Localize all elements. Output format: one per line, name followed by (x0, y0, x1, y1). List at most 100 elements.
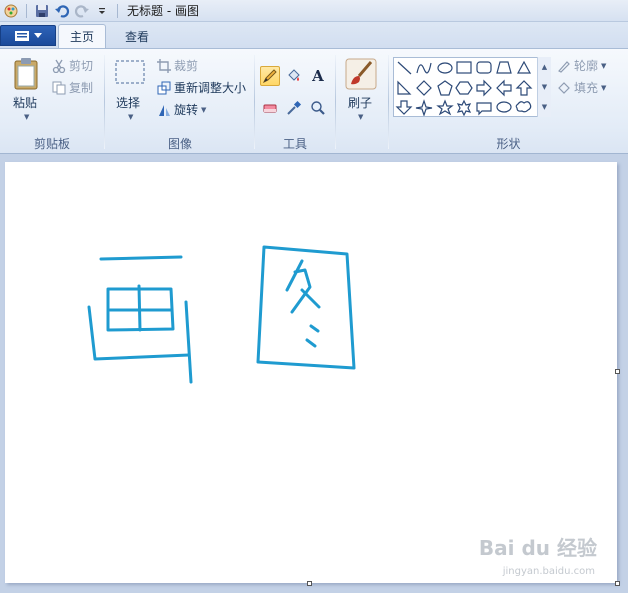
app-menu-button[interactable] (0, 25, 56, 46)
stroke (300, 288, 321, 309)
color-picker-tool[interactable] (284, 98, 304, 118)
redo-icon[interactable] (74, 3, 90, 19)
right-arrow-shape-icon (476, 79, 492, 97)
outline-label: 轮廓 (574, 59, 599, 73)
tools-group-label: 工具 (282, 137, 307, 151)
diamond-shape-icon (416, 80, 432, 96)
canvas-resize-handle-right[interactable] (615, 369, 620, 374)
magnifier-icon (311, 101, 325, 115)
toolbar-divider (26, 3, 27, 18)
outline-button[interactable]: 轮廓 ▼ (557, 57, 606, 74)
tab-home[interactable]: 主页 (58, 24, 106, 48)
select-label: 选择 (116, 96, 141, 110)
up-arrow-shape-icon (515, 80, 533, 96)
right-triangle-shape-icon (397, 80, 412, 95)
cut-button[interactable]: 剪切 (52, 57, 93, 74)
oval-callout-shape-icon (496, 101, 512, 113)
left-arrow-shape-icon (496, 79, 512, 97)
selection-rectangle-icon (115, 60, 145, 84)
cloud-callout-shape-icon (515, 101, 532, 113)
fill-tool[interactable] (284, 66, 304, 86)
toolbar-divider (117, 3, 118, 18)
clipboard-group: 粘贴 ▼ 剪切 复制 剪贴板 (0, 49, 104, 155)
canvas-resize-handle-corner[interactable] (615, 581, 620, 586)
outline-pen-icon (558, 60, 570, 73)
hand-drawn-strokes (87, 245, 356, 384)
four-point-star-shape-icon (415, 99, 433, 117)
save-icon[interactable] (34, 3, 50, 19)
brushes-dropdown-icon[interactable]: ▼ (358, 113, 363, 121)
line-shape-icon (397, 61, 412, 75)
ribbon-tab-row: 主页 查看 (0, 22, 628, 48)
fill-button[interactable]: 填充 ▼ (557, 79, 606, 96)
brushes-button[interactable] (344, 57, 378, 91)
rotate-button[interactable]: 旋转 ▼ (157, 101, 206, 118)
six-point-star-shape-icon (456, 99, 472, 117)
select-dropdown-icon[interactable]: ▼ (128, 113, 133, 121)
canvas-workspace: Bai du 经验 jingyan.baidu.com (0, 155, 628, 593)
five-point-star-shape-icon (436, 99, 454, 116)
select-button[interactable] (113, 58, 147, 86)
stroke (256, 245, 356, 370)
gallery-more-icon[interactable]: ▼ (542, 103, 547, 111)
stroke (285, 259, 304, 292)
pencil-tool[interactable] (260, 66, 280, 86)
polygon-shape-icon (496, 61, 512, 74)
chevron-down-icon (34, 32, 42, 38)
watermark-url: jingyan.baidu.com (502, 566, 595, 577)
shapes-group-label: 形状 (496, 137, 521, 151)
canvas-resize-handle-bottom[interactable] (307, 581, 312, 586)
rotate-icon (159, 104, 170, 116)
pentagon-shape-icon (437, 80, 453, 96)
shapes-gallery-scroller[interactable]: ▲ ▼ ▼ (537, 57, 551, 117)
text-tool-icon: A (312, 67, 324, 85)
eraser-tool[interactable] (260, 98, 280, 118)
triangle-shape-icon (516, 60, 532, 74)
paste-label: 粘贴 (13, 96, 38, 110)
resize-label: 重新调整大小 (174, 81, 247, 95)
customize-toolbar-chevron-icon[interactable] (94, 3, 110, 19)
outline-dropdown-icon[interactable]: ▼ (601, 62, 606, 70)
crop-icon (157, 58, 171, 73)
image-group: 选择 ▼ 裁剪 重新调整大小 旋转 ▼ 图像 (105, 49, 255, 155)
paint-app-icon[interactable] (3, 3, 19, 19)
tools-group: A 工具 (255, 49, 335, 155)
curve-shape-icon (416, 62, 432, 74)
fill-bucket-icon (558, 81, 570, 94)
crop-button[interactable]: 裁剪 (157, 57, 198, 74)
rotate-dropdown-icon[interactable]: ▼ (201, 106, 206, 114)
brushes-group: 刷子 ▼ (336, 49, 388, 155)
resize-button[interactable]: 重新调整大小 (157, 79, 246, 96)
brush-icon (345, 58, 377, 90)
rounded-rectangle-shape-icon (476, 61, 492, 74)
ribbon: 粘贴 ▼ 剪切 复制 剪贴板 选择 ▼ 裁剪 重新调整大小 旋转 ▼ 图像 A … (0, 48, 628, 154)
oval-shape-icon (437, 62, 453, 74)
tab-view[interactable]: 查看 (113, 24, 161, 48)
image-group-label: 图像 (167, 137, 192, 151)
undo-icon[interactable] (54, 3, 70, 19)
clipboard-icon (14, 58, 38, 90)
hexagon-shape-icon (455, 81, 473, 95)
shapes-gallery (393, 57, 551, 117)
copy-button[interactable]: 复制 (52, 79, 93, 96)
window-title: 无标题 - 画图 (127, 4, 199, 18)
quick-access-toolbar (0, 0, 121, 22)
stroke (137, 284, 142, 332)
paste-dropdown-icon[interactable]: ▼ (24, 113, 29, 121)
scroll-up-icon[interactable]: ▲ (542, 63, 547, 71)
rotate-label: 旋转 (174, 103, 199, 117)
stroke (309, 324, 320, 333)
paste-button[interactable] (11, 56, 43, 92)
stroke (184, 300, 193, 384)
fill-dropdown-icon[interactable]: ▼ (601, 84, 606, 92)
stroke (99, 255, 183, 261)
text-tool[interactable]: A (308, 66, 328, 86)
title-bar: 无标题 - 画图 (0, 0, 628, 22)
eyedropper-icon (287, 100, 302, 115)
fill-label: 填充 (574, 81, 599, 95)
app-menu-icon (15, 30, 29, 41)
magnifier-tool[interactable] (308, 98, 328, 118)
drawing-canvas[interactable]: Bai du 经验 jingyan.baidu.com (5, 162, 617, 583)
copy-icon (52, 81, 66, 94)
scroll-down-icon[interactable]: ▼ (542, 83, 547, 91)
